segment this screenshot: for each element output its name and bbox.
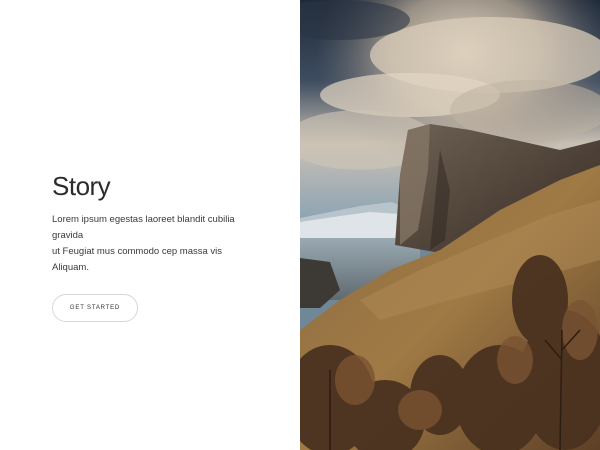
story-description-line-2: ut Feugiat mus commodo cep massa vis Ali…	[52, 246, 223, 273]
story-section: Story Lorem ipsum egestas laoreet blandi…	[0, 0, 600, 450]
mountain-landscape-photo	[300, 0, 600, 450]
story-text-panel: Story Lorem ipsum egestas laoreet blandi…	[0, 0, 300, 450]
hero-image	[300, 0, 600, 450]
get-started-button[interactable]: GET STARTED	[52, 294, 138, 322]
story-description: Lorem ipsum egestas laoreet blandit cubi…	[52, 212, 257, 276]
page-title: Story	[52, 171, 111, 201]
story-content: Story Lorem ipsum egestas laoreet blandi…	[52, 170, 272, 322]
story-description-line-1: Lorem ipsum egestas laoreet blandit cubi…	[52, 214, 235, 241]
